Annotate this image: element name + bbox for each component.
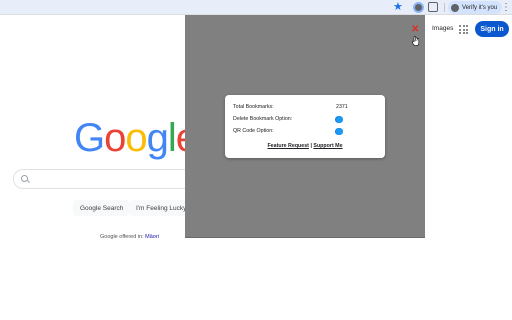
kebab-menu-icon[interactable]: ⋮	[501, 1, 511, 14]
total-bookmarks-value: 2371	[336, 104, 348, 110]
total-bookmarks-label: Total Bookmarks:	[233, 104, 274, 110]
cursor-icon	[412, 36, 420, 46]
browser-toolbar: ★ Verify it's you ⋮	[0, 0, 512, 15]
bookmark-stats-card: Total Bookmarks: 2371 Delete Bookmark Op…	[225, 95, 385, 158]
language-offer: Google offered in: Māori	[100, 234, 159, 240]
sign-in-button[interactable]: Sign in	[475, 21, 509, 37]
qr-option-label: QR Code Option:	[233, 128, 274, 134]
feature-request-link[interactable]: Feature Request	[267, 143, 309, 149]
toolbar-divider	[444, 3, 445, 12]
star-icon[interactable]: ★	[393, 1, 403, 14]
feeling-lucky-button[interactable]: I'm Feeling Lucky	[129, 200, 194, 216]
footer-links: Feature Request | Support Me	[225, 143, 385, 149]
offered-text: Google offered in:	[100, 234, 144, 240]
search-input[interactable]	[13, 169, 213, 189]
profile-chip[interactable]: Verify it's you	[448, 1, 503, 14]
link-separator: |	[310, 143, 312, 149]
close-icon[interactable]: ✕	[411, 25, 419, 35]
google-logo: Google	[74, 116, 198, 160]
language-link[interactable]: Māori	[145, 234, 159, 240]
profile-icon	[451, 3, 459, 12]
apps-grid-icon[interactable]	[459, 25, 468, 34]
qr-option-toggle[interactable]	[335, 128, 343, 135]
images-link[interactable]: Images	[432, 25, 453, 32]
support-me-link[interactable]: Support Me	[313, 143, 342, 149]
puzzle-icon[interactable]	[428, 2, 438, 12]
extension-icon[interactable]	[413, 2, 424, 13]
profile-label: Verify it's you	[462, 4, 498, 11]
delete-option-toggle[interactable]	[335, 116, 343, 123]
google-search-button[interactable]: Google Search	[73, 200, 131, 216]
delete-option-label: Delete Bookmark Option:	[233, 116, 293, 122]
search-icon	[21, 175, 28, 182]
